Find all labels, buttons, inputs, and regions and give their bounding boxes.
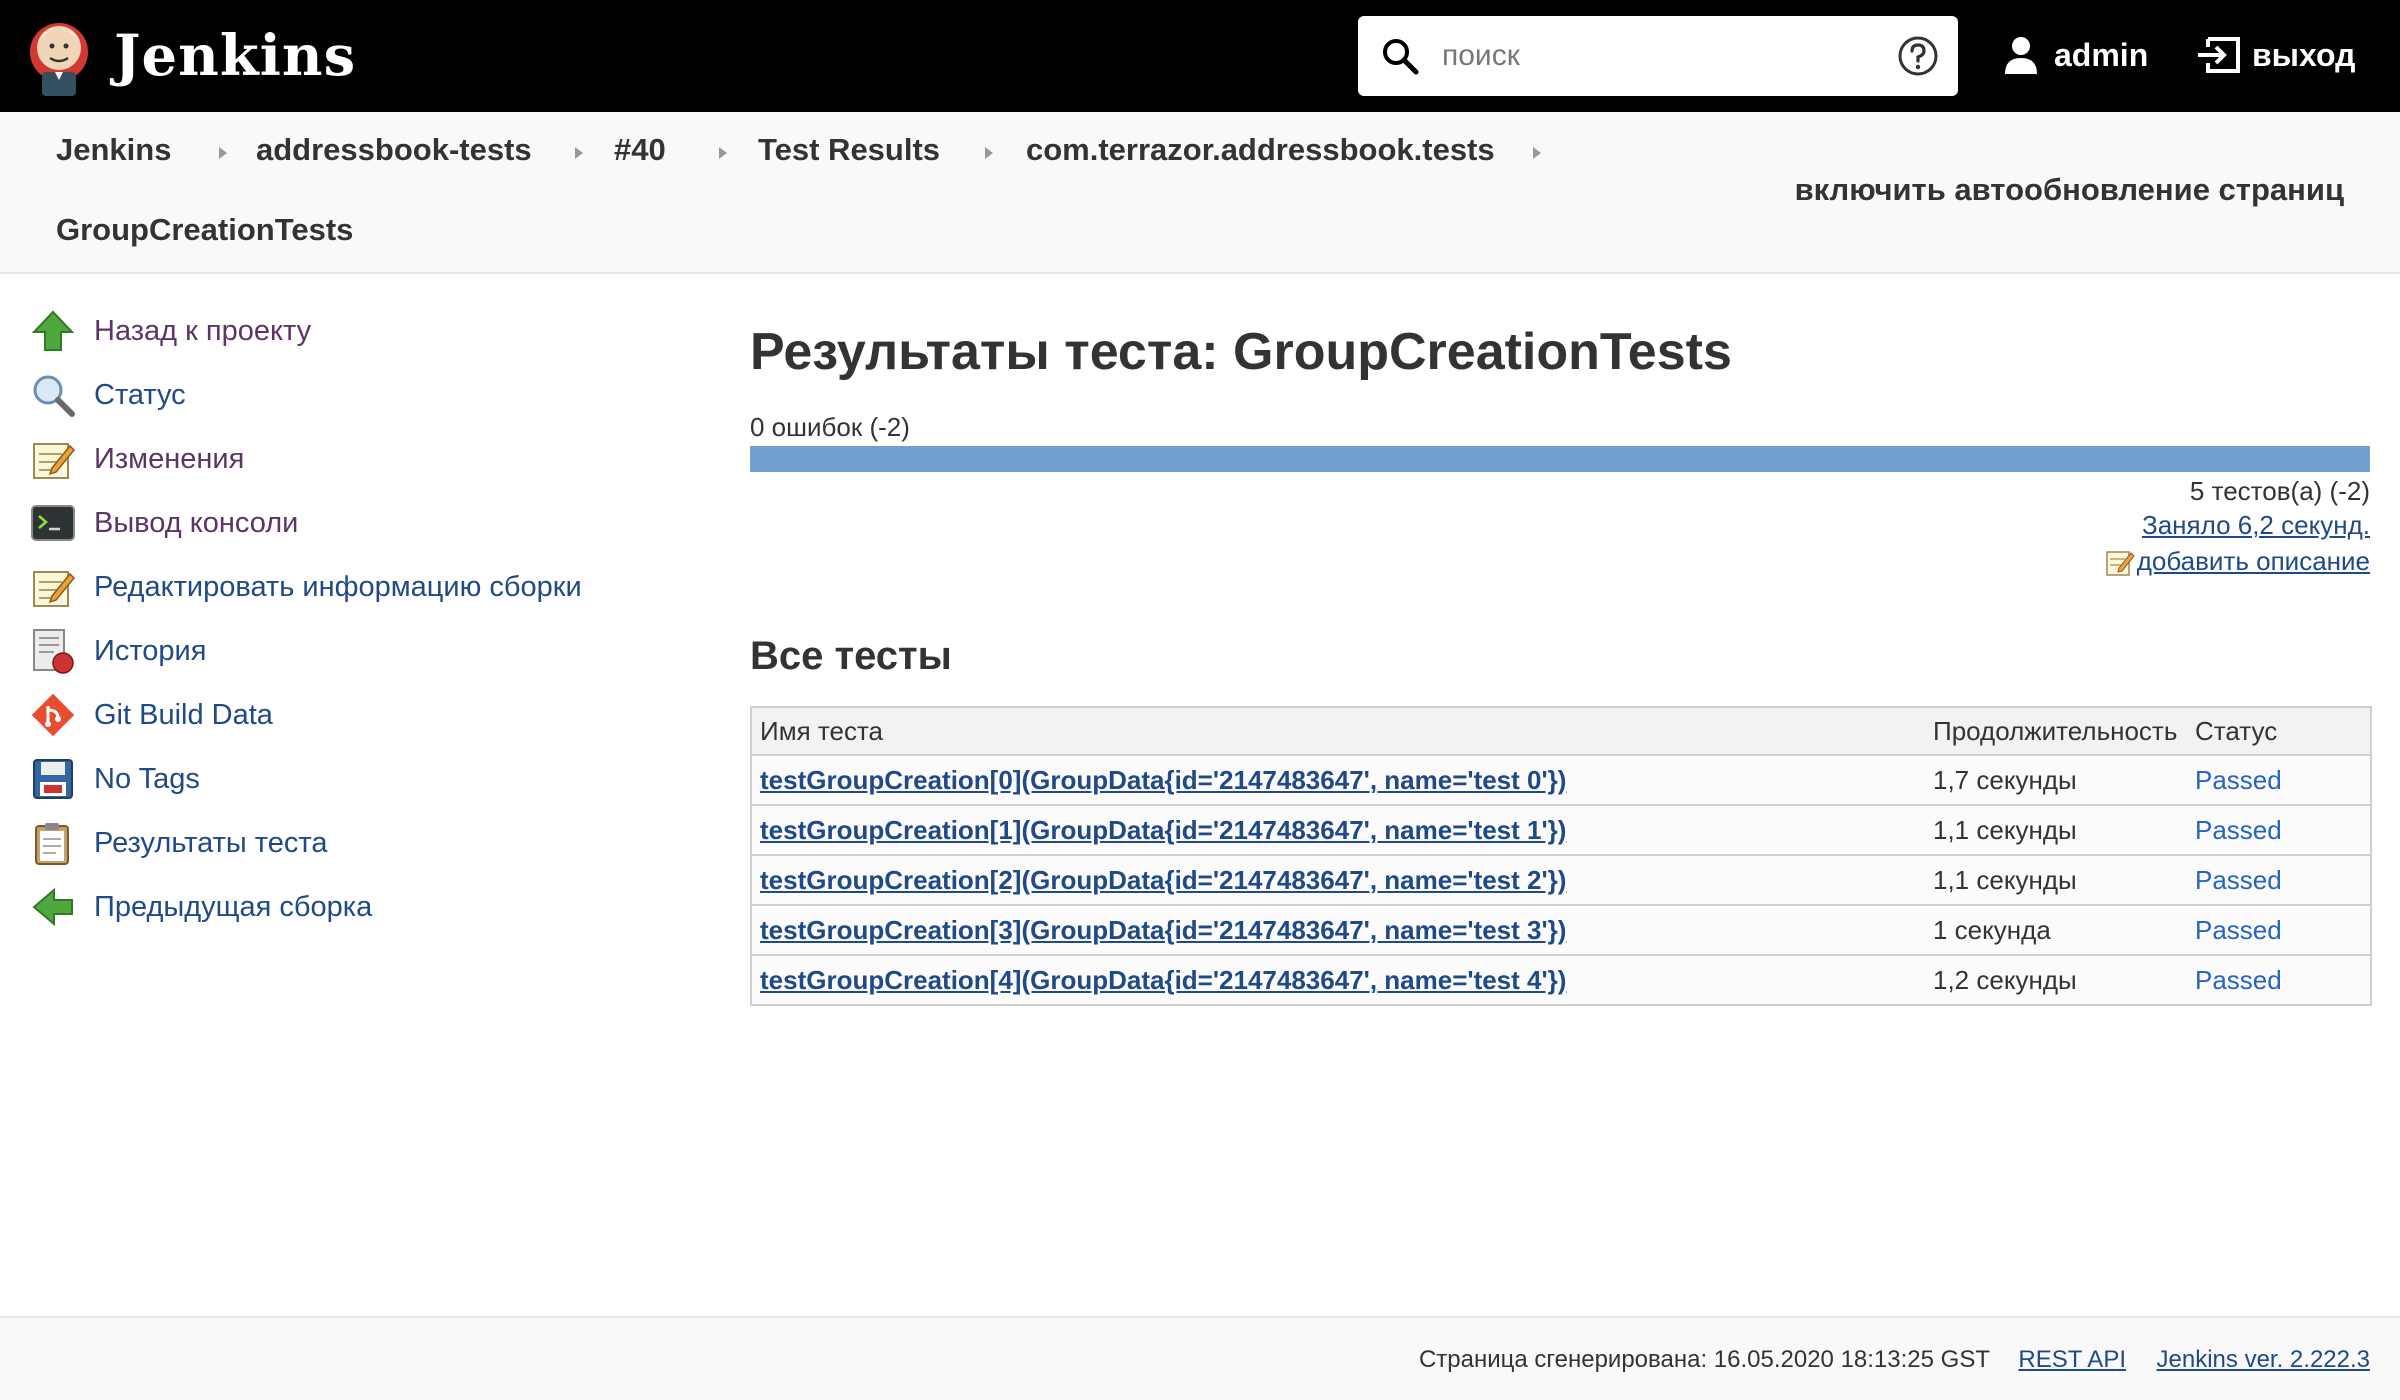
chevron-right-icon[interactable] [984, 146, 994, 160]
chevron-right-icon[interactable] [718, 146, 728, 160]
task-changes[interactable]: Изменения [30, 434, 244, 484]
autorefresh-link[interactable]: включить автообновление страниц [1795, 172, 2344, 208]
notepad-icon [33, 443, 76, 479]
task-edit-build-info[interactable]: Редактировать информацию сборки [30, 562, 582, 612]
page-footer: Страница сгенерирована: 16.05.2020 18:13… [0, 1316, 2400, 1400]
breadcrumb-test-results[interactable]: Test Results [758, 132, 940, 168]
table-row: testGroupCreation[0](GroupData{id='21474… [751, 755, 2371, 806]
table-row: testGroupCreation[3](GroupData{id='21474… [751, 905, 2371, 956]
logout-link[interactable]: выход [2196, 30, 2355, 80]
test-name-link[interactable]: testGroupCreation[1](GroupData{id='21474… [760, 815, 1566, 845]
task-console-output[interactable]: Вывод консоли [30, 498, 298, 548]
task-back-to-project[interactable]: Назад к проекту [30, 306, 311, 356]
test-duration: 1,2 секунды [1925, 955, 2187, 1005]
test-progress-bar [750, 446, 2370, 472]
task-no-tags[interactable]: No Tags [30, 754, 200, 804]
up-arrow-icon [31, 310, 75, 351]
task-label: Статус [94, 378, 186, 411]
task-test-results[interactable]: Результаты теста [30, 818, 327, 868]
clipboard-icon [35, 823, 69, 865]
user-name: admin [2054, 36, 2149, 73]
notepad-icon [33, 571, 76, 607]
test-duration: 1,1 секунды [1925, 805, 2187, 856]
task-label: Git Build Data [94, 698, 273, 731]
task-git-build-data[interactable]: Git Build Data [30, 690, 273, 740]
chevron-right-icon[interactable] [218, 146, 228, 160]
test-status: Passed [2187, 855, 2371, 906]
user-link[interactable]: admin [2004, 30, 2148, 80]
app-name: Jenkins [114, 23, 357, 89]
test-status: Passed [2187, 805, 2371, 856]
git-icon [31, 693, 75, 737]
left-arrow-icon [32, 887, 73, 927]
add-description-link[interactable]: добавить описание [2105, 546, 2370, 577]
breadcrumb-package[interactable]: com.terrazor.addressbook.tests [1026, 132, 1495, 168]
column-header-test-name[interactable]: Имя теста [751, 707, 1925, 756]
table-row: testGroupCreation[1](GroupData{id='21474… [751, 805, 2371, 856]
jenkins-butler-icon [30, 23, 88, 96]
page-header: Jenkins admin выход [0, 0, 2400, 112]
search-input[interactable] [1442, 34, 1842, 78]
terminal-icon [31, 505, 75, 541]
table-header-row: Имя теста Продолжительность Статус [751, 707, 2371, 756]
rest-api-link[interactable]: REST API [2018, 1346, 2126, 1374]
test-name-link[interactable]: testGroupCreation[3](GroupData{id='21474… [760, 915, 1566, 945]
logout-label: выход [2252, 36, 2356, 73]
task-label: Вывод консоли [94, 506, 299, 539]
test-status: Passed [2187, 955, 2371, 1005]
page-title: Результаты теста: GroupCreationTests [750, 323, 1732, 381]
task-label: Редактировать информацию сборки [94, 570, 582, 603]
duration-link[interactable]: Заняло 6,2 секунд. [2142, 510, 2370, 541]
test-name-link[interactable]: testGroupCreation[4](GroupData{id='21474… [760, 965, 1566, 995]
task-label: No Tags [94, 762, 200, 795]
user-icon [2005, 37, 2037, 74]
help-icon[interactable] [1896, 34, 1940, 78]
task-label: Результаты теста [94, 826, 328, 859]
test-duration: 1,1 секунды [1925, 855, 2187, 906]
test-duration: 1,7 секунды [1925, 755, 2187, 806]
task-label: Назад к проекту [94, 314, 312, 347]
history-icon [33, 629, 74, 674]
fail-count: 0 ошибок (-2) [750, 412, 910, 442]
notepad-icon [2105, 550, 2135, 576]
column-header-status[interactable]: Статус [2187, 707, 2371, 756]
breadcrumb-class[interactable]: GroupCreationTests [56, 212, 353, 248]
breadcrumb-job[interactable]: addressbook-tests [256, 132, 532, 168]
page-generated-timestamp: Страница сгенерирована: 16.05.2020 18:13… [1418, 1346, 1990, 1373]
chevron-right-icon[interactable] [1532, 146, 1542, 160]
test-duration: 1 секунда [1925, 905, 2187, 956]
search-icon [1383, 39, 1419, 75]
magnifier-icon [33, 375, 75, 417]
jenkins-logo[interactable]: Jenkins [28, 14, 356, 98]
task-label: Изменения [94, 442, 245, 475]
search-box [1358, 16, 1958, 96]
table-row: testGroupCreation[2](GroupData{id='21474… [751, 855, 2371, 906]
breadcrumb: Jenkins addressbook-tests #40 Test Resul… [0, 112, 2400, 274]
breadcrumb-build[interactable]: #40 [614, 132, 666, 168]
test-progress-fill [750, 446, 2370, 472]
breadcrumb-jenkins[interactable]: Jenkins [56, 132, 171, 168]
tests-table: Имя теста Продолжительность Статус testG… [750, 706, 2372, 1006]
table-row: testGroupCreation[4](GroupData{id='21474… [751, 955, 2371, 1005]
column-header-duration[interactable]: Продолжительность [1925, 707, 2187, 756]
add-description-label: добавить описание [2136, 546, 2370, 576]
task-label: История [94, 634, 207, 667]
test-name-link[interactable]: testGroupCreation[2](GroupData{id='21474… [760, 865, 1566, 895]
test-status: Passed [2187, 905, 2371, 956]
test-status: Passed [2187, 755, 2371, 806]
task-status[interactable]: Статус [30, 370, 186, 420]
test-count: 5 тестов(а) (-2) [2189, 476, 2370, 506]
chevron-right-icon[interactable] [574, 146, 584, 160]
floppy-disk-icon [33, 759, 73, 799]
all-tests-heading: Все тесты [750, 634, 952, 678]
test-name-link[interactable]: testGroupCreation[0](GroupData{id='21474… [760, 765, 1566, 795]
task-previous-build[interactable]: Предыдущая сборка [30, 882, 372, 932]
task-label: Предыдущая сборка [94, 890, 373, 923]
jenkins-version-link[interactable]: Jenkins ver. 2.222.3 [2157, 1346, 2370, 1374]
logout-icon [2198, 37, 2240, 73]
task-history[interactable]: История [30, 626, 206, 676]
